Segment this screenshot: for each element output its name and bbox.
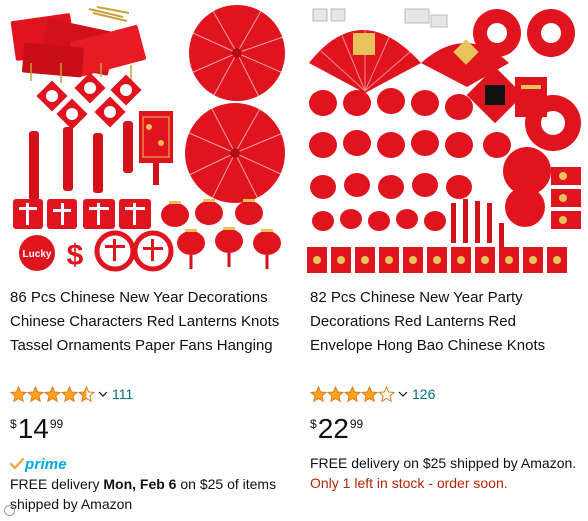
price[interactable]: $ 14 99 <box>10 413 63 445</box>
lucky-label: Lucky <box>23 249 52 260</box>
rating-row[interactable]: 111 <box>10 385 133 403</box>
star-icon <box>10 385 27 402</box>
delivery-prefix: FREE delivery <box>10 476 104 492</box>
watermark-icon <box>4 505 15 516</box>
dollar-sign: $ <box>67 239 84 272</box>
star-icon <box>310 385 327 402</box>
price[interactable]: $ 22 99 <box>310 413 363 445</box>
product-image[interactable] <box>301 3 585 275</box>
delivery-info: FREE delivery Mon, Feb 6 on $25 of items… <box>10 474 286 514</box>
product-grid: Lucky $ 86 Pcs Chinese New Year Decorati… <box>0 0 588 521</box>
star-icon <box>327 385 344 402</box>
decorations-illustration: Lucky $ <box>3 3 291 275</box>
star-icon <box>44 385 61 402</box>
star-icon <box>61 385 78 402</box>
rating-count-link[interactable]: 126 <box>412 386 435 402</box>
price-fraction: 99 <box>349 417 364 431</box>
star-icon <box>78 385 95 402</box>
product-image[interactable]: Lucky $ <box>3 3 291 275</box>
chevron-down-icon[interactable] <box>98 389 108 399</box>
rating-count-link[interactable]: 111 <box>112 386 133 402</box>
product-card: Lucky $ 86 Pcs Chinese New Year Decorati… <box>0 0 293 521</box>
prime-check-icon <box>10 457 24 470</box>
product-title-link[interactable]: 86 Pcs Chinese New Year Decorations Chin… <box>10 289 279 358</box>
decorations-illustration <box>301 3 585 275</box>
star-rating[interactable] <box>310 385 395 403</box>
watermark <box>4 505 18 516</box>
rating-row[interactable]: 126 <box>310 385 435 403</box>
delivery-info: FREE delivery on $25 shipped by Amazon. <box>310 455 577 471</box>
star-icon <box>344 385 361 402</box>
star-rating[interactable] <box>10 385 95 403</box>
star-icon <box>378 385 395 402</box>
price-symbol: $ <box>310 417 317 431</box>
star-icon <box>27 385 44 402</box>
product-card: 82 Pcs Chinese New Year Party Decoration… <box>300 0 588 521</box>
star-icon <box>361 385 378 402</box>
price-whole: 22 <box>317 413 349 444</box>
prime-label: prime <box>25 455 67 473</box>
chevron-down-icon[interactable] <box>398 389 408 399</box>
prime-badge: prime <box>10 455 67 473</box>
product-title[interactable]: 82 Pcs Chinese New Year Party Decoration… <box>310 286 580 358</box>
price-fraction: 99 <box>49 417 64 431</box>
delivery-date: Mon, Feb 6 <box>103 476 177 492</box>
product-title[interactable]: 86 Pcs Chinese New Year Decorations Chin… <box>10 286 284 358</box>
price-symbol: $ <box>10 417 17 431</box>
product-title-link[interactable]: 82 Pcs Chinese New Year Party Decoration… <box>310 289 565 358</box>
price-whole: 14 <box>17 413 49 444</box>
stock-warning: Only 1 left in stock - order soon. <box>310 475 508 491</box>
